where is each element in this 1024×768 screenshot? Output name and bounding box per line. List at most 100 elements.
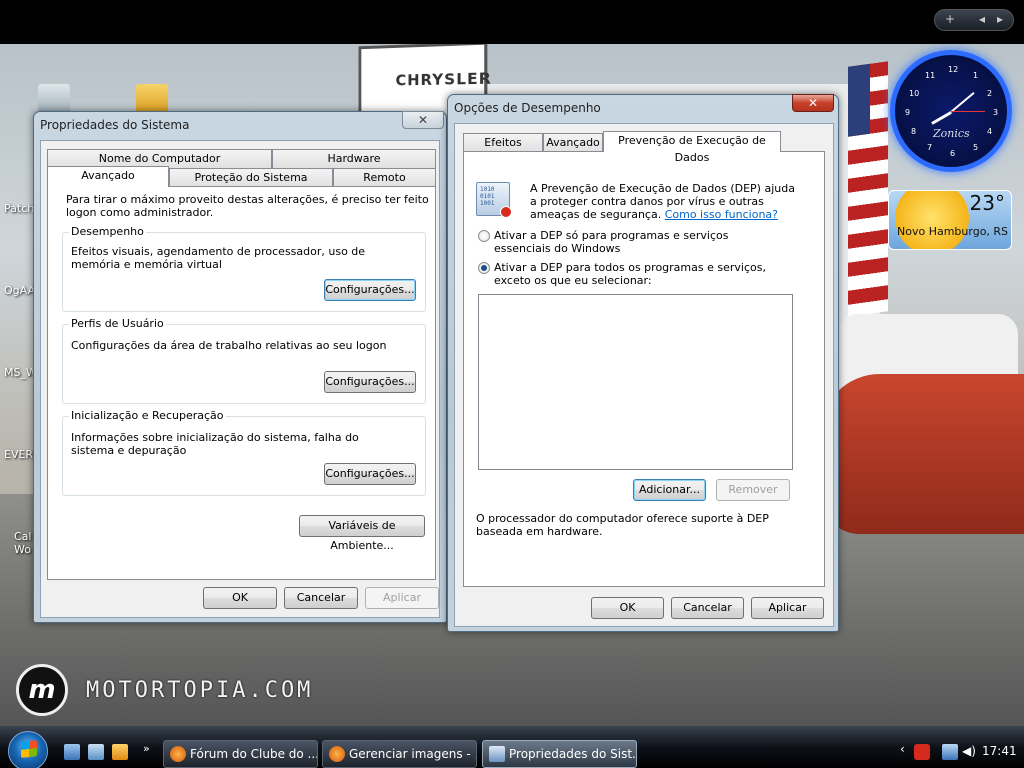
- dep-essential-only-radio[interactable]: [478, 230, 490, 242]
- performance-options-window[interactable]: Opções de Desempenho ✕ Efeitos Visuais A…: [447, 94, 839, 632]
- clock-numeral: 8: [911, 127, 917, 136]
- clock-numeral: 2: [987, 89, 993, 98]
- tab-visual-effects[interactable]: Efeitos Visuais: [463, 133, 543, 166]
- window-title: Opções de Desempenho: [454, 101, 601, 115]
- firefox-icon: [170, 746, 186, 762]
- clock-numeral: 7: [927, 143, 933, 152]
- network-tray-icon[interactable]: [942, 744, 958, 760]
- desktop-icon-label[interactable]: Cal Wo: [14, 530, 34, 556]
- clock-hour-hand: [931, 111, 952, 125]
- start-button[interactable]: [8, 731, 48, 768]
- dep-all-programs-radio[interactable]: [478, 262, 490, 274]
- tab-data-execution-prevention[interactable]: Prevenção de Execução de Dados: [603, 131, 781, 164]
- clock-numeral: 4: [987, 127, 993, 136]
- performance-group: Desempenho Efeitos visuais, agendamento …: [62, 225, 426, 312]
- startup-recovery-settings-button[interactable]: Configurações...: [324, 463, 416, 485]
- tab-page-advanced: Para tirar o máximo proveito destas alte…: [47, 186, 436, 580]
- dialog-client: Nome do Computador Hardware Avançado Pro…: [40, 140, 440, 618]
- dialog-client: Efeitos Visuais Avançado Prevenção de Ex…: [454, 123, 834, 627]
- previous-page-icon[interactable]: ◂: [979, 12, 985, 26]
- clock-numeral: 1: [973, 71, 979, 80]
- ok-button[interactable]: OK: [203, 587, 277, 609]
- tab-advanced[interactable]: Avançado: [47, 166, 169, 187]
- user-profiles-description: Configurações da área de trabalho relati…: [71, 339, 387, 352]
- add-gadget-icon[interactable]: +: [945, 12, 955, 26]
- environment-variables-button[interactable]: Variáveis de Ambiente...: [299, 515, 425, 552]
- quick-launch-overflow-icon[interactable]: »: [143, 742, 150, 755]
- taskbar-button-images[interactable]: Gerenciar imagens - ...: [322, 740, 477, 768]
- add-button[interactable]: Adicionar...: [633, 479, 706, 501]
- clock-numeral: 11: [925, 71, 936, 80]
- watermark: m MOTORTOPIA.COM: [16, 664, 313, 716]
- sun-icon: [895, 191, 969, 249]
- desktop-icon-label[interactable]: EVER: [4, 448, 33, 461]
- clock-numeral: 3: [993, 108, 999, 117]
- dep-essential-only-label[interactable]: Ativar a DEP só para programas e serviço…: [494, 229, 774, 255]
- taskbar-clock[interactable]: 17:41: [982, 744, 1017, 758]
- admin-notice: Para tirar o máximo proveito destas alte…: [66, 193, 429, 219]
- watermark-text: MOTORTOPIA.COM: [86, 677, 314, 703]
- taskbar-button-forum[interactable]: Fórum do Clube do ...: [163, 740, 318, 768]
- taskbar-button-system-properties[interactable]: Propriedades do Sist...: [482, 740, 637, 768]
- clock-numeral: 9: [905, 108, 911, 117]
- remove-button[interactable]: Remover: [716, 479, 790, 501]
- desktop-icon-label[interactable]: MS_W: [4, 366, 37, 379]
- clock-numeral: 6: [950, 149, 956, 158]
- performance-settings-button[interactable]: Configurações...: [324, 279, 416, 301]
- system-properties-window[interactable]: Propriedades do Sistema ✕ Nome do Comput…: [33, 111, 447, 623]
- antivirus-tray-icon[interactable]: [914, 744, 930, 760]
- performance-description: Efeitos visuais, agendamento de processa…: [71, 245, 366, 271]
- tab-remote[interactable]: Remoto: [333, 168, 436, 187]
- clock-numeral: 5: [973, 143, 979, 152]
- hardware-dep-support-text: O processador do computador oferece supo…: [476, 512, 769, 538]
- next-page-icon[interactable]: ▸: [997, 12, 1003, 26]
- ok-button[interactable]: OK: [591, 597, 664, 619]
- taskbar-button-label: Propriedades do Sist...: [509, 747, 637, 761]
- tab-system-protection[interactable]: Proteção do Sistema: [169, 168, 333, 187]
- user-profiles-group: Perfis de Usuário Configurações da área …: [62, 317, 426, 404]
- close-button[interactable]: ✕: [792, 94, 834, 112]
- dep-description: A Prevenção de Execução de Dados (DEP) a…: [530, 182, 796, 221]
- cancel-button[interactable]: Cancelar: [671, 597, 744, 619]
- tab-page-dep: 1010 0101 1001 A Prevenção de Execução de …: [463, 151, 825, 587]
- taskbar: » Fórum do Clube do ... Gerenciar imagen…: [0, 726, 1024, 768]
- system-properties-icon: [489, 746, 505, 762]
- dep-exceptions-list[interactable]: [478, 294, 793, 470]
- tray-expand-icon[interactable]: ‹: [900, 742, 905, 756]
- volume-tray-icon[interactable]: ◀): [962, 744, 978, 760]
- taskbar-button-label: Gerenciar imagens - ...: [349, 747, 477, 761]
- startup-recovery-legend: Inicialização e Recuperação: [69, 409, 226, 422]
- tab-hardware[interactable]: Hardware: [272, 149, 436, 168]
- weather-temperature: 23°: [969, 191, 1005, 215]
- startup-recovery-group: Inicialização e Recuperação Informações …: [62, 409, 426, 496]
- firefox-icon: [329, 746, 345, 762]
- performance-legend: Desempenho: [69, 225, 146, 238]
- tab-advanced[interactable]: Avançado: [543, 133, 603, 152]
- window-title: Propriedades do Sistema: [40, 118, 190, 132]
- desktop-icon-label[interactable]: Patch: [4, 202, 34, 215]
- clock-gadget[interactable]: 12 1 2 3 4 5 6 7 8 9 10 11 Zonics: [890, 50, 1012, 172]
- clock-numeral: 10: [909, 89, 920, 98]
- media-player-icon[interactable]: [112, 744, 128, 760]
- cancel-button[interactable]: Cancelar: [284, 587, 358, 609]
- sidebar-controls[interactable]: + ◂ ▸: [934, 9, 1014, 31]
- weather-gadget[interactable]: 23° Novo Hamburgo, RS: [888, 190, 1012, 250]
- clock-second-hand: [951, 111, 985, 112]
- sidebar-top-strip: + ◂ ▸: [0, 0, 1024, 44]
- weather-city: Novo Hamburgo, RS: [897, 225, 1009, 238]
- how-it-works-link[interactable]: Como isso funciona?: [665, 208, 778, 221]
- show-desktop-icon[interactable]: [64, 744, 80, 760]
- desktop-icon-label[interactable]: OgAA: [4, 284, 35, 297]
- dep-all-programs-label[interactable]: Ativar a DEP para todos os programas e s…: [494, 261, 794, 287]
- user-profiles-settings-button[interactable]: Configurações...: [324, 371, 416, 393]
- apply-button[interactable]: Aplicar: [365, 587, 439, 609]
- switch-windows-icon[interactable]: [88, 744, 104, 760]
- windows-logo-icon: [21, 740, 37, 758]
- clock-brand: Zonics: [933, 127, 970, 140]
- apply-button[interactable]: Aplicar: [751, 597, 824, 619]
- watermark-logo: m: [16, 664, 68, 716]
- close-button[interactable]: ✕: [402, 111, 444, 129]
- clock-minute-hand: [950, 91, 975, 113]
- user-profiles-legend: Perfis de Usuário: [69, 317, 166, 330]
- clock-numeral: 12: [948, 65, 959, 74]
